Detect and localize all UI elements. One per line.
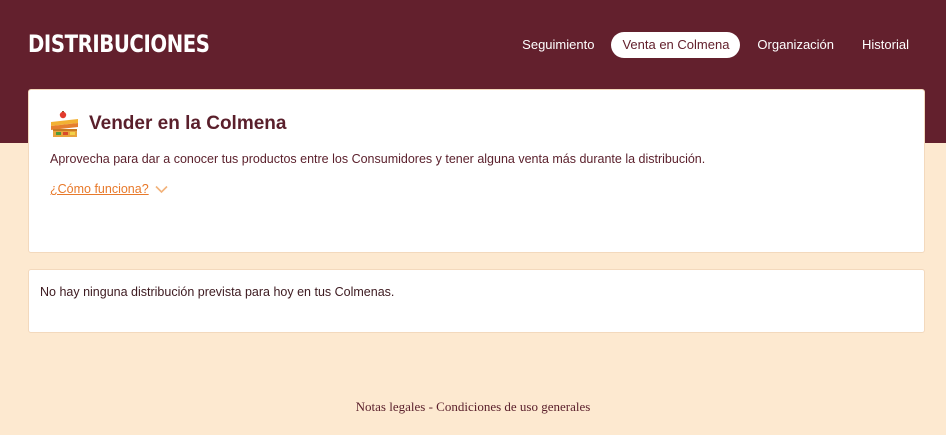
app-logo[interactable]: DISTRIBUCIONES	[28, 30, 210, 58]
sell-in-hive-card: Vender en la Colmena Aprovecha para dar …	[28, 89, 925, 253]
nav-item-venta-en-colmena[interactable]: Venta en Colmena	[611, 31, 741, 58]
nav-item-seguimiento[interactable]: Seguimiento	[511, 32, 605, 58]
page-footer: Notas legales - Condiciones de uso gener…	[0, 399, 946, 415]
footer-separator: -	[425, 399, 437, 414]
chevron-down-icon[interactable]	[155, 185, 168, 194]
how-it-works-link[interactable]: ¿Cómo funciona?	[50, 182, 149, 196]
nav-item-historial[interactable]: Historial	[851, 32, 920, 58]
distribution-status-card: No hay ninguna distribución prevista par…	[28, 269, 925, 333]
terms-of-use-link[interactable]: Condiciones de uso generales	[436, 399, 590, 414]
nav-item-organizacion[interactable]: Organización	[746, 32, 845, 58]
card-title: Vender en la Colmena	[89, 113, 287, 134]
legal-notice-link[interactable]: Notas legales	[356, 399, 426, 414]
empty-state-message: No hay ninguna distribución prevista par…	[40, 285, 395, 299]
card-title-row: Vender en la Colmena	[50, 109, 286, 139]
market-stall-icon	[51, 111, 78, 137]
card-description: Aprovecha para dar a conocer tus product…	[50, 152, 706, 166]
main-nav: Seguimiento Venta en Colmena Organizació…	[511, 31, 920, 58]
how-it-works-toggle[interactable]: ¿Cómo funciona?	[50, 182, 168, 196]
